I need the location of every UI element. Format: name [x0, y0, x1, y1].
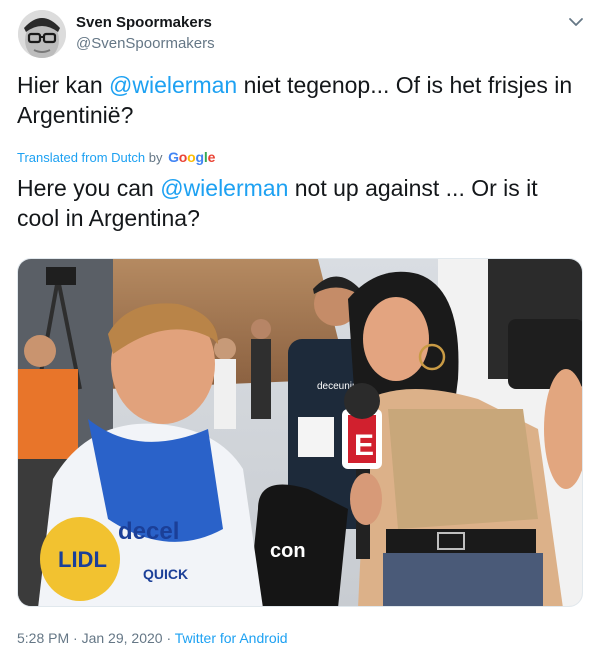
- mic-logo-text: E: [354, 429, 374, 462]
- tweet-text-translated: Here you can @wielerman not up against .…: [17, 173, 583, 233]
- tweet-date[interactable]: Jan 29, 2020: [82, 630, 163, 646]
- tweet-menu-button[interactable]: [566, 12, 586, 32]
- jersey-sponsor-text: QUICK: [143, 566, 188, 582]
- author-name[interactable]: Sven Spoormakers: [76, 14, 212, 31]
- meta-separator: ·: [162, 630, 175, 646]
- translation-notice[interactable]: Translated from Dutch by Google: [17, 149, 215, 165]
- tweet-text-part: Hier kan: [17, 72, 110, 98]
- tweet-text-original: Hier kan @wielerman niet tegenop... Of i…: [17, 70, 583, 130]
- tweet-source-link[interactable]: Twitter for Android: [175, 630, 288, 646]
- google-logo: Google: [168, 149, 216, 165]
- tweet-photo[interactable]: deceuninck con LIDL decel QUICK E: [17, 258, 583, 607]
- tweet-time[interactable]: 5:28 PM: [17, 630, 69, 646]
- photo-illustration: deceuninck con LIDL decel QUICK E: [18, 259, 582, 606]
- tweet-meta: 5:28 PM · Jan 29, 2020 · Twitter for And…: [17, 630, 288, 646]
- jersey-logo-text: LIDL: [58, 547, 107, 572]
- chevron-down-icon: [569, 18, 583, 26]
- avatar[interactable]: [18, 10, 66, 58]
- translation-by: by: [145, 150, 167, 165]
- translation-label: Translated from Dutch: [17, 150, 146, 165]
- mention-link[interactable]: @wielerman: [160, 175, 288, 201]
- meta-separator: ·: [69, 630, 82, 646]
- profile-photo-avatar: [18, 10, 66, 58]
- mention-link[interactable]: @wielerman: [109, 72, 237, 98]
- jersey-brand-text: decel: [118, 518, 179, 545]
- tweet-card: Sven Spoormakers @SvenSpoormakers Hier k…: [0, 0, 597, 652]
- author-handle[interactable]: @SvenSpoormakers: [76, 35, 215, 52]
- tweet-text-part: Here you can: [17, 175, 161, 201]
- bag-text: con: [270, 540, 306, 562]
